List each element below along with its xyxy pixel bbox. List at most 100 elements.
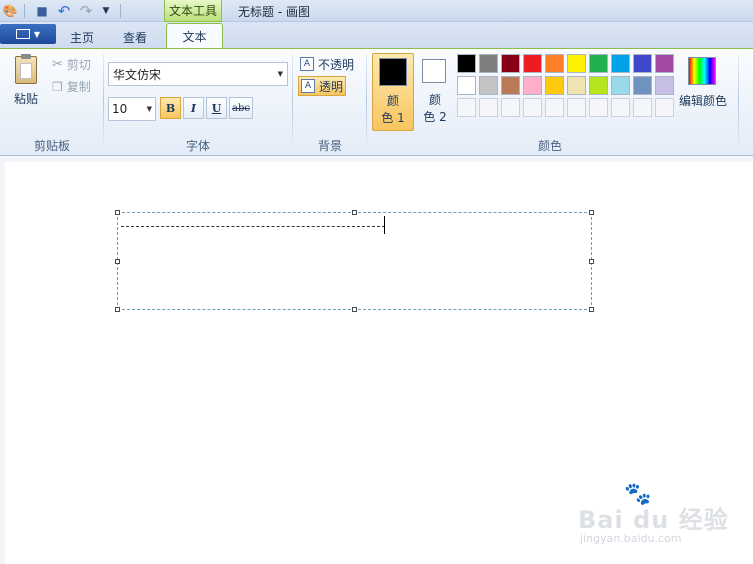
palette-swatch-empty[interactable]: [655, 98, 674, 117]
undo-icon[interactable]: ↶: [56, 2, 72, 20]
palette-swatch[interactable]: [479, 76, 498, 95]
cut-label: 剪切: [66, 58, 91, 72]
watermark-brand: Bai du 经验: [578, 506, 729, 534]
resize-handle[interactable]: [589, 307, 594, 312]
font-family-value: 华文仿宋: [113, 67, 162, 82]
color2-label-top: 颜: [428, 93, 441, 107]
palette-swatch[interactable]: [501, 76, 520, 95]
palette-swatch-empty[interactable]: [523, 98, 542, 117]
redo-icon[interactable]: ↷: [78, 2, 94, 20]
resize-handle[interactable]: [115, 259, 120, 264]
palette-swatch[interactable]: [545, 54, 564, 73]
palette-swatch[interactable]: [457, 54, 476, 73]
resize-handle[interactable]: [115, 210, 120, 215]
tab-view[interactable]: 查看: [112, 26, 158, 48]
italic-button[interactable]: I: [183, 97, 204, 119]
cut-button[interactable]: ✂ 剪切: [52, 56, 91, 73]
resize-handle[interactable]: [115, 307, 120, 312]
clipboard-icon: [15, 54, 37, 84]
palette-swatch[interactable]: [523, 76, 542, 95]
group-label-background: 背景: [317, 139, 342, 153]
scissors-icon: ✂: [52, 57, 63, 72]
opaque-option[interactable]: A 不透明: [298, 54, 356, 74]
tab-text[interactable]: 文本: [166, 23, 223, 49]
palette-swatch[interactable]: [545, 76, 564, 95]
palette-swatch-empty[interactable]: [545, 98, 564, 117]
chevron-down-icon: ▼: [277, 70, 283, 78]
font-family-select[interactable]: 华文仿宋 ▼: [108, 62, 288, 86]
transparent-option[interactable]: A 透明: [298, 76, 347, 96]
customize-dropdown-icon[interactable]: ▼: [98, 3, 114, 19]
palette-swatch-empty[interactable]: [611, 98, 630, 117]
text-caret: [384, 216, 385, 234]
group-label-colors: 颜色: [537, 139, 562, 153]
palette-swatch[interactable]: [479, 54, 498, 73]
chevron-down-icon: ▼: [33, 29, 41, 39]
edit-colors-button[interactable]: 编辑颜色: [676, 92, 730, 109]
transparent-background-icon: A: [301, 79, 315, 93]
palette-swatch-empty[interactable]: [633, 98, 652, 117]
color2-label-bottom: 色 2: [423, 110, 447, 124]
palette-swatch[interactable]: [589, 54, 608, 73]
divider: [24, 4, 25, 18]
underline-button[interactable]: U: [206, 97, 227, 119]
watermark-url: jingyan.baidu.com: [580, 532, 682, 545]
resize-handle[interactable]: [589, 210, 594, 215]
palette-swatch[interactable]: [655, 54, 674, 73]
app-menu-button[interactable]: ▼: [0, 24, 56, 44]
palette-swatch[interactable]: [501, 54, 520, 73]
color2-button[interactable]: 颜 色 2: [416, 53, 456, 131]
palette-swatch[interactable]: [611, 54, 630, 73]
strikethrough-button[interactable]: abc: [229, 97, 253, 119]
baidu-watermark: 🐾 Bai du 经验 jingyan.baidu.com: [578, 482, 748, 552]
color1-label-bottom: 色 1: [381, 111, 405, 125]
palette-swatch[interactable]: [589, 76, 608, 95]
save-icon[interactable]: ■: [34, 3, 50, 19]
palette-swatch-empty[interactable]: [567, 98, 586, 117]
group-separator: [103, 54, 104, 150]
color2-swatch: [422, 59, 446, 83]
color1-swatch: [379, 58, 407, 86]
palette-swatch[interactable]: [523, 54, 542, 73]
palette-swatch-empty[interactable]: [479, 98, 498, 117]
rainbow-palette-icon: [688, 57, 716, 85]
palette-swatch[interactable]: [633, 54, 652, 73]
palette-swatch-empty[interactable]: [457, 98, 476, 117]
font-size-value: 10: [112, 102, 128, 116]
paste-label: 粘贴: [13, 92, 38, 106]
palette-swatch[interactable]: [567, 76, 586, 95]
font-size-select[interactable]: 10 ▼: [108, 97, 156, 121]
text-baseline-guide: [121, 226, 385, 227]
palette-swatch-empty[interactable]: [501, 98, 520, 117]
chevron-down-icon: ▼: [146, 105, 152, 113]
transparent-label: 透明: [319, 79, 344, 94]
palette-swatch[interactable]: [567, 54, 586, 73]
resize-handle[interactable]: [352, 307, 357, 312]
app-menu-icon: [15, 29, 30, 39]
palette-swatch[interactable]: [633, 76, 652, 95]
group-separator: [366, 54, 367, 150]
group-label-clipboard: 剪贴板: [33, 139, 70, 153]
palette-swatch[interactable]: [457, 76, 476, 95]
context-tab-text-tools: 文本工具: [164, 0, 222, 22]
copy-icon: ❐: [52, 79, 63, 94]
resize-handle[interactable]: [352, 210, 357, 215]
bold-button[interactable]: B: [160, 97, 181, 119]
copy-button[interactable]: ❐ 复制: [52, 78, 91, 95]
group-separator: [738, 54, 739, 150]
copy-label: 复制: [66, 80, 91, 94]
paint-app-icon[interactable]: 🎨: [2, 3, 18, 19]
color1-label-top: 颜: [386, 94, 399, 108]
color1-button[interactable]: 颜 色 1: [372, 53, 414, 131]
palette-swatch[interactable]: [611, 76, 630, 95]
resize-handle[interactable]: [589, 259, 594, 264]
palette-swatch-empty[interactable]: [589, 98, 608, 117]
window-title: 无标题 - 画图: [238, 5, 310, 19]
tab-home[interactable]: 主页: [58, 26, 106, 48]
paste-button[interactable]: 粘贴: [8, 54, 44, 110]
group-separator: [292, 54, 293, 150]
divider: [120, 4, 121, 18]
color-palette: [457, 54, 677, 120]
opaque-background-icon: A: [300, 57, 314, 71]
palette-swatch[interactable]: [655, 76, 674, 95]
